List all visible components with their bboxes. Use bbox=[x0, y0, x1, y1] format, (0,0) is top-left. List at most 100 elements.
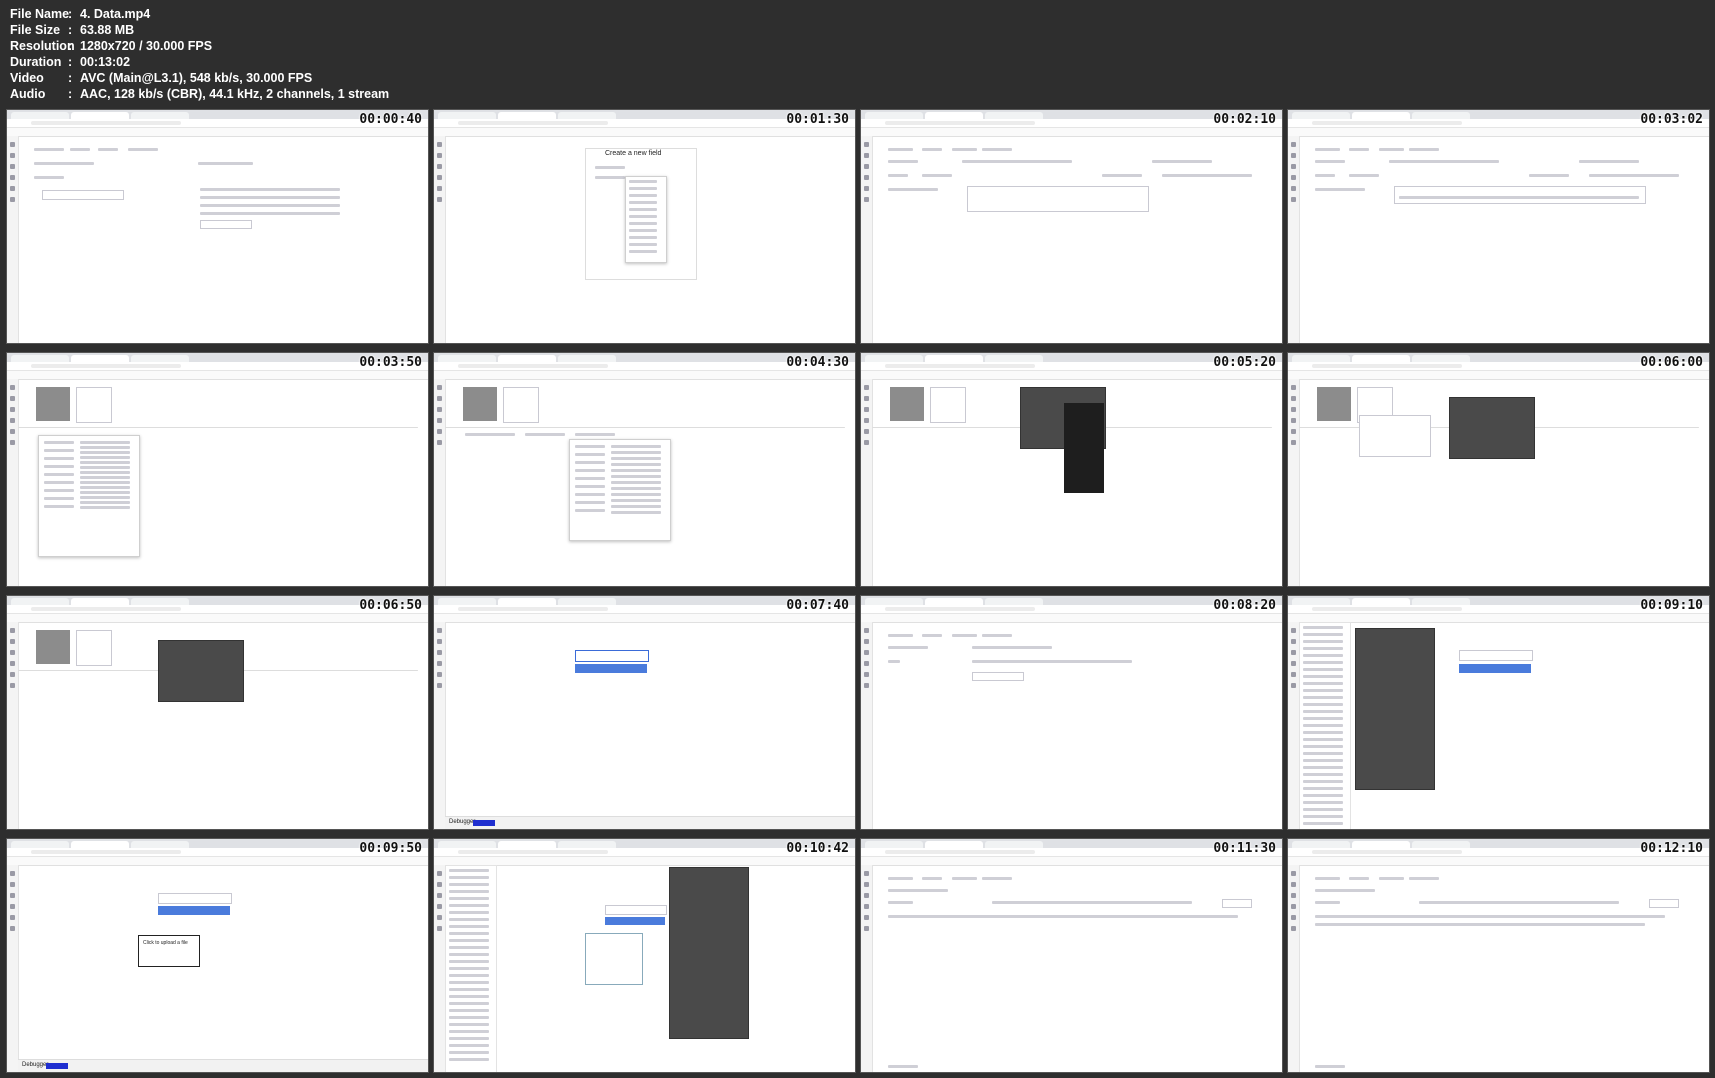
nav-icon[interactable] bbox=[864, 440, 869, 445]
browser-tab[interactable] bbox=[498, 355, 556, 362]
browser-tab[interactable] bbox=[1292, 841, 1350, 848]
nav-icon[interactable] bbox=[1291, 628, 1296, 633]
nav-icon[interactable] bbox=[10, 672, 15, 677]
browser-tab[interactable] bbox=[498, 841, 556, 848]
nav-icon[interactable] bbox=[437, 142, 442, 147]
nav-icon[interactable] bbox=[437, 650, 442, 655]
nav-icon[interactable] bbox=[10, 175, 15, 180]
nav-icon[interactable] bbox=[10, 650, 15, 655]
nav-icon[interactable] bbox=[437, 175, 442, 180]
nav-icon[interactable] bbox=[1291, 915, 1296, 920]
action-block[interactable] bbox=[76, 630, 112, 666]
nav-icon[interactable] bbox=[1291, 661, 1296, 666]
browser-tab[interactable] bbox=[131, 841, 189, 848]
browser-tab[interactable] bbox=[71, 841, 129, 848]
event-block[interactable] bbox=[36, 387, 70, 421]
search-button[interactable] bbox=[1222, 899, 1252, 908]
browser-tab[interactable] bbox=[1292, 355, 1350, 362]
nav-icon[interactable] bbox=[10, 429, 15, 434]
browser-tab[interactable] bbox=[438, 355, 496, 362]
nav-icon[interactable] bbox=[10, 628, 15, 633]
nav-icon[interactable] bbox=[864, 142, 869, 147]
nav-icon[interactable] bbox=[437, 186, 442, 191]
operator-dropdown[interactable] bbox=[1064, 403, 1104, 493]
nav-icon[interactable] bbox=[10, 915, 15, 920]
nav-icon[interactable] bbox=[1291, 175, 1296, 180]
browser-tab[interactable] bbox=[11, 112, 69, 119]
event-block[interactable] bbox=[1317, 387, 1351, 421]
nav-icon[interactable] bbox=[864, 639, 869, 644]
nav-icon[interactable] bbox=[10, 440, 15, 445]
nav-icon[interactable] bbox=[864, 871, 869, 876]
nav-icon[interactable] bbox=[864, 882, 869, 887]
nav-icon[interactable] bbox=[437, 440, 442, 445]
save-button[interactable] bbox=[605, 917, 665, 925]
nav-icon[interactable] bbox=[1291, 396, 1296, 401]
browser-tab[interactable] bbox=[71, 355, 129, 362]
browser-tab[interactable] bbox=[558, 355, 616, 362]
nav-icon[interactable] bbox=[10, 153, 15, 158]
nav-icon[interactable] bbox=[437, 915, 442, 920]
nav-icon[interactable] bbox=[437, 661, 442, 666]
browser-tab[interactable] bbox=[438, 598, 496, 605]
event-block[interactable] bbox=[36, 630, 70, 664]
browser-tab[interactable] bbox=[925, 355, 983, 362]
browser-tab[interactable] bbox=[925, 841, 983, 848]
file-uploader[interactable] bbox=[585, 933, 643, 985]
nav-icon[interactable] bbox=[10, 385, 15, 390]
nav-icon[interactable] bbox=[1291, 893, 1296, 898]
browser-tab[interactable] bbox=[865, 355, 923, 362]
nav-icon[interactable] bbox=[864, 926, 869, 931]
nav-icon[interactable] bbox=[864, 197, 869, 202]
event-block[interactable] bbox=[463, 387, 497, 421]
nav-icon[interactable] bbox=[864, 672, 869, 677]
action-block[interactable] bbox=[503, 387, 539, 423]
nav-icon[interactable] bbox=[10, 893, 15, 898]
normal-mode-button[interactable] bbox=[473, 820, 495, 826]
browser-tab[interactable] bbox=[131, 112, 189, 119]
browser-tab[interactable] bbox=[865, 112, 923, 119]
browser-tab[interactable] bbox=[558, 841, 616, 848]
nav-icon[interactable] bbox=[1291, 639, 1296, 644]
nav-icon[interactable] bbox=[10, 418, 15, 423]
nav-icon[interactable] bbox=[437, 882, 442, 887]
browser-tab[interactable] bbox=[925, 112, 983, 119]
nav-icon[interactable] bbox=[1291, 385, 1296, 390]
browser-tab[interactable] bbox=[1292, 112, 1350, 119]
nav-icon[interactable] bbox=[864, 186, 869, 191]
browser-tab[interactable] bbox=[11, 598, 69, 605]
browser-tab[interactable] bbox=[438, 841, 496, 848]
nav-icon[interactable] bbox=[864, 429, 869, 434]
nav-icon[interactable] bbox=[10, 661, 15, 666]
nav-icon[interactable] bbox=[864, 407, 869, 412]
browser-tab[interactable] bbox=[71, 598, 129, 605]
nav-icon[interactable] bbox=[437, 418, 442, 423]
browser-tab[interactable] bbox=[1352, 112, 1410, 119]
browser-tab[interactable] bbox=[558, 598, 616, 605]
browser-tab[interactable] bbox=[1352, 355, 1410, 362]
nav-icon[interactable] bbox=[10, 926, 15, 931]
action-block[interactable] bbox=[930, 387, 966, 423]
nav-icon[interactable] bbox=[864, 683, 869, 688]
nav-icon[interactable] bbox=[864, 628, 869, 633]
nav-icon[interactable] bbox=[437, 628, 442, 633]
browser-tab[interactable] bbox=[1412, 841, 1470, 848]
nav-icon[interactable] bbox=[864, 153, 869, 158]
nav-icon[interactable] bbox=[10, 197, 15, 202]
nav-icon[interactable] bbox=[437, 429, 442, 434]
browser-tab[interactable] bbox=[498, 598, 556, 605]
nav-icon[interactable] bbox=[864, 385, 869, 390]
browser-tab[interactable] bbox=[11, 841, 69, 848]
nav-icon[interactable] bbox=[1291, 429, 1296, 434]
nav-icon[interactable] bbox=[437, 164, 442, 169]
nav-icon[interactable] bbox=[864, 661, 869, 666]
nav-icon[interactable] bbox=[437, 153, 442, 158]
browser-tab[interactable] bbox=[1292, 598, 1350, 605]
nav-icon[interactable] bbox=[1291, 153, 1296, 158]
browser-tab[interactable] bbox=[865, 598, 923, 605]
nav-icon[interactable] bbox=[864, 175, 869, 180]
create-field-button[interactable] bbox=[200, 220, 252, 229]
nav-icon[interactable] bbox=[437, 396, 442, 401]
nav-icon[interactable] bbox=[864, 915, 869, 920]
nav-icon[interactable] bbox=[1291, 418, 1296, 423]
